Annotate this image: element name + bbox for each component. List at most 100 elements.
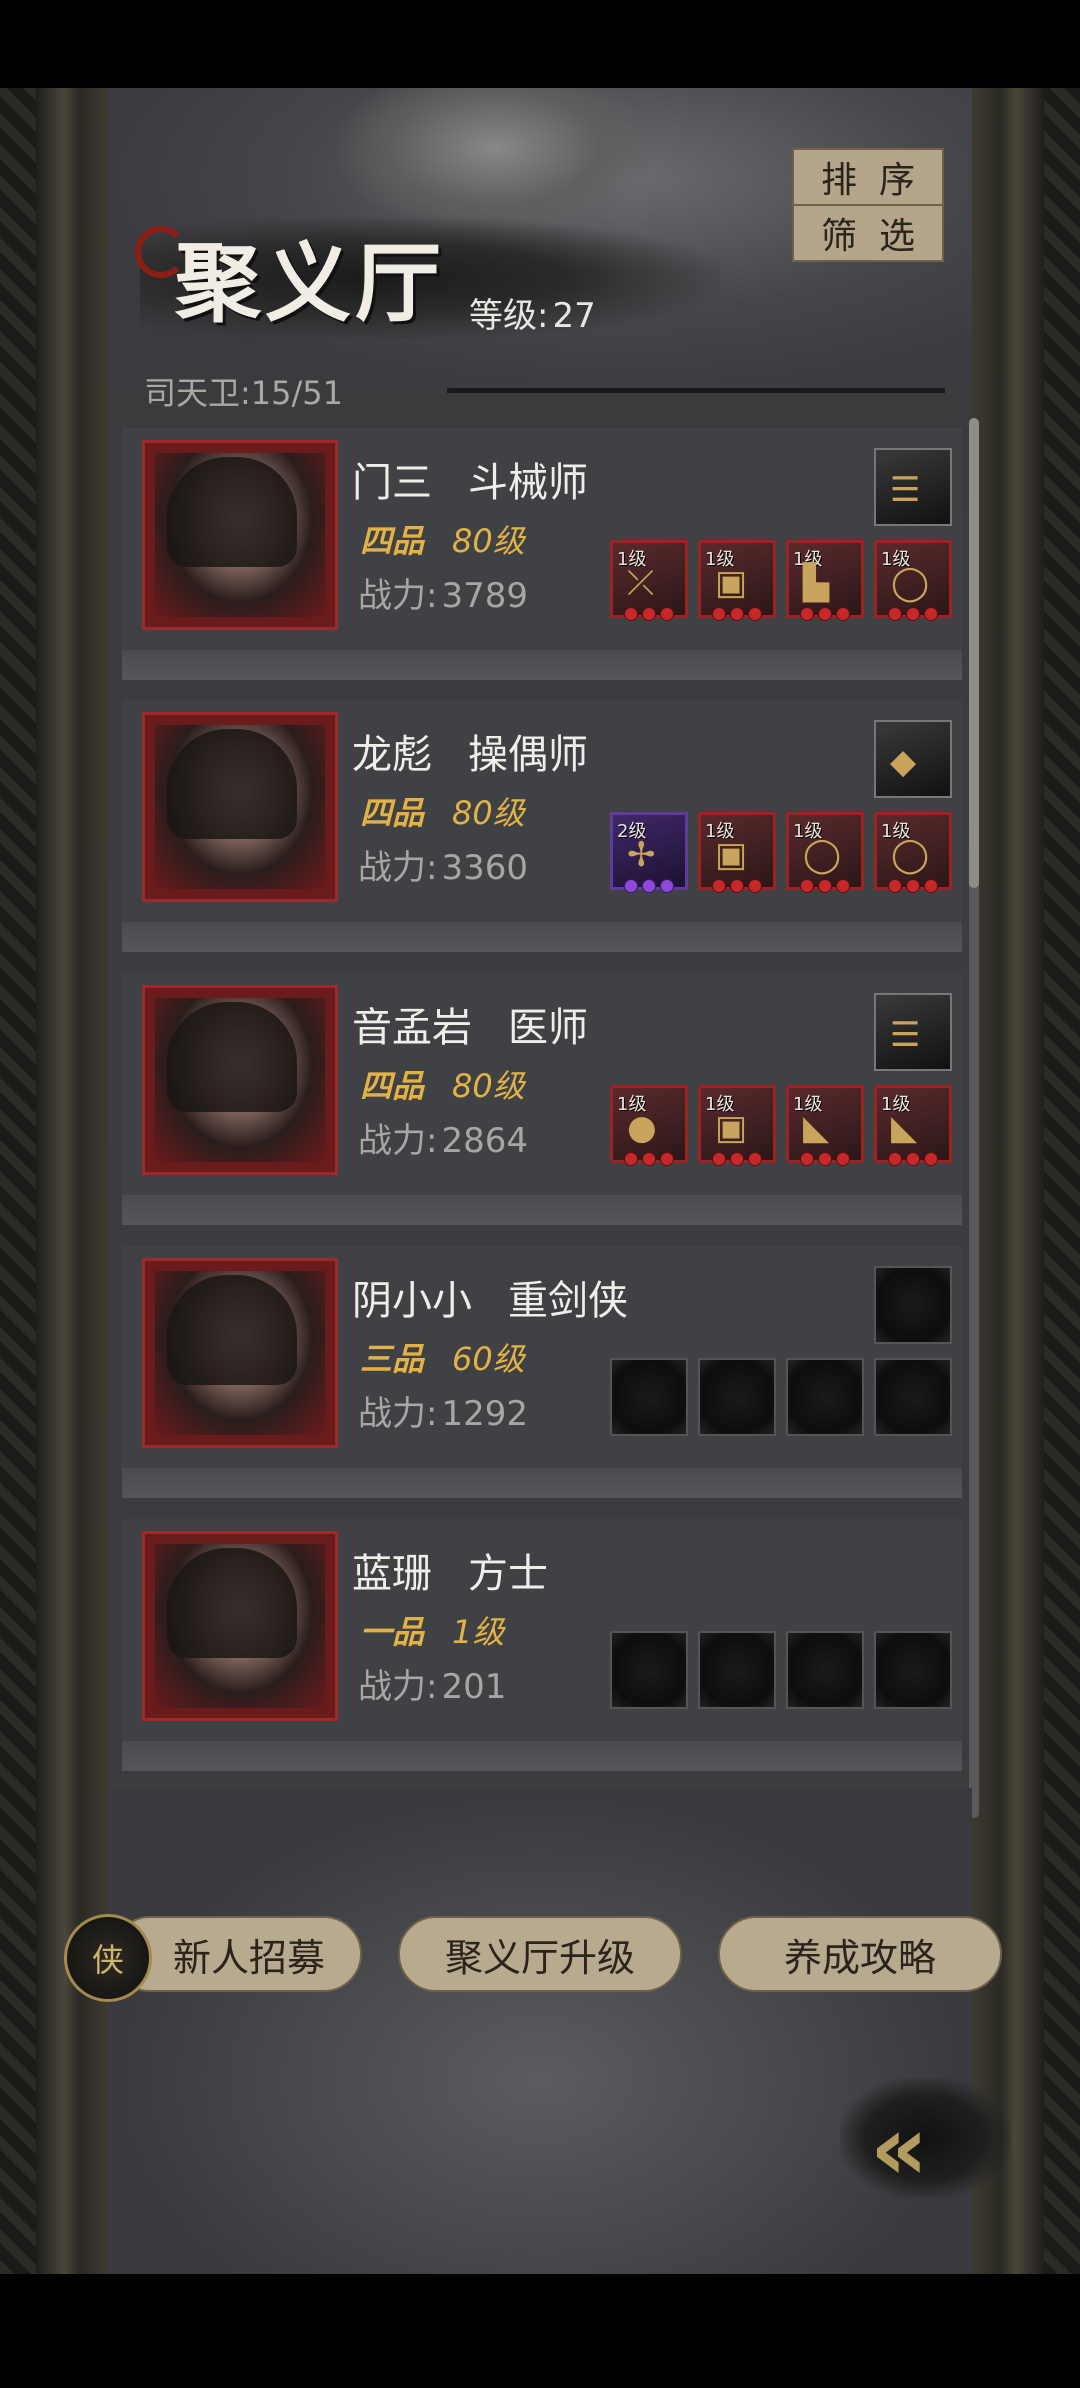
hero-class: 操偶师 (468, 732, 588, 778)
star-pips (877, 607, 949, 621)
red-gem-icon: ◆ (890, 742, 917, 782)
armor-icon: ▣ (715, 835, 748, 875)
ink-painting-background-bottom (108, 1788, 972, 2274)
back-button[interactable]: « (840, 2078, 1010, 2201)
growth-guide-button[interactable]: 养成攻略 (718, 1916, 1002, 1992)
hero-portrait[interactable] (142, 985, 338, 1175)
armor-icon: ▣ (715, 563, 748, 603)
empty-equipment-slot[interactable] (786, 1358, 864, 1436)
hero-name: 门三 (352, 460, 432, 506)
hero-power: 战力: 201 (354, 1659, 506, 1708)
equipment-slot[interactable]: 1级 ◣ (786, 1085, 864, 1166)
hero-grade: 一品 (360, 1613, 425, 1651)
sort-button[interactable]: 排序 (792, 148, 944, 206)
hero-grade-line: 四品 80级 (360, 1061, 525, 1107)
hero-card[interactable]: 阴小小 重剑侠 三品 60级 战力: 1292 (122, 1246, 962, 1498)
empty-equipment-slot[interactable] (698, 1631, 776, 1709)
hero-grade: 三品 (360, 1340, 425, 1378)
power-value: 3789 (441, 576, 528, 616)
star-pips (789, 879, 861, 893)
hero-card[interactable]: 蓝珊 方士 一品 1级 战力: 201 (122, 1519, 962, 1771)
card-separator (122, 922, 962, 952)
roster-label: 司天卫: (144, 374, 251, 412)
hero-level: 80级 (452, 794, 525, 832)
empty-equipment-slot[interactable] (610, 1631, 688, 1709)
power-value: 201 (441, 1667, 507, 1707)
equipment-slot[interactable]: 1级 ▙ (786, 540, 864, 621)
star-pips (613, 607, 685, 621)
boots-icon: ▙ (803, 563, 830, 603)
hero-portrait[interactable] (142, 712, 338, 902)
equipment-slot[interactable]: 1级 ⤫ (610, 540, 688, 621)
hero-name: 阴小小 (352, 1278, 472, 1324)
puppet-icon: ✢ (627, 835, 656, 875)
power-label: 战力: (358, 1667, 438, 1707)
empty-equipment-slot[interactable] (874, 1358, 952, 1436)
star-pips (701, 607, 773, 621)
hero-grade: 四品 (360, 794, 425, 832)
power-label: 战力: (358, 1394, 438, 1434)
equipment-slot[interactable]: 1级 ▣ (698, 1085, 776, 1166)
empty-equipment-slot[interactable] (874, 1631, 952, 1709)
hero-grade: 四品 (360, 522, 425, 560)
gourd-icon: ● (627, 1108, 657, 1148)
empty-equipment-slot[interactable] (698, 1358, 776, 1436)
hero-card[interactable]: 音孟岩 医师 四品 80级 战力: 2864 1级 ● 1级 ▣ 1级 ◣ 1级 ◣ ☰ (122, 973, 962, 1225)
equipment-slot[interactable]: 1级 ▣ (698, 812, 776, 893)
power-label: 战力: (358, 1121, 438, 1161)
roster-value: 15/51 (250, 374, 344, 412)
portrait-hair (167, 457, 297, 567)
hero-portrait[interactable] (142, 1531, 338, 1721)
hero-level: 1级 (452, 1613, 505, 1651)
hero-class: 方士 (468, 1551, 548, 1597)
hero-grade-line: 一品 1级 (360, 1607, 504, 1653)
equipment-slot[interactable]: 1级 ▣ (698, 540, 776, 621)
double-chevron-left-icon: « (870, 2096, 928, 2201)
back-ink (840, 2078, 1010, 2198)
hero-card[interactable]: 门三 斗械师四品 80级战力: 3789 1级 ⤫ 1级 ▣ 1级 ▙ 1级 ◯ ☰ (122, 428, 962, 680)
hero-name-line: 门三 斗械师 (352, 450, 588, 508)
level-value: 27 (552, 296, 596, 336)
equipment-slot[interactable]: 1级 ● (610, 1085, 688, 1166)
equipment-slot[interactable]: 1级 ◯ (874, 812, 952, 893)
ring-icon: ◯ (891, 563, 930, 603)
ring-icon: ◯ (891, 835, 930, 875)
star-pips (701, 1152, 773, 1166)
recruit-card-icon[interactable]: 侠 (64, 1914, 152, 2002)
hero-name: 音孟岩 (352, 1005, 472, 1051)
hero-level: 80级 (452, 522, 525, 560)
hero-card[interactable]: 龙彪 操偶师 四品 80级 战力: 3360 2级 ✢ 1级 ▣ 1级 ◯ 1级 ◯ ◆ (122, 700, 962, 952)
hero-name-line: 阴小小 重剑侠 (352, 1268, 628, 1326)
empty-equipment-slot[interactable] (786, 1631, 864, 1709)
equipment-slot[interactable]: 1级 ◯ (874, 540, 952, 621)
hero-grade-line: 四品 80级 (360, 516, 525, 562)
recruit-label: 新人招募 (172, 1935, 325, 1980)
hero-power: 战力: 1292 (354, 1386, 528, 1435)
hero-class: 医师 (508, 1005, 588, 1051)
portrait-hair (167, 1548, 297, 1658)
equipment-slot[interactable]: 1级 ◯ (786, 812, 864, 893)
empty-equipment-slot[interactable] (610, 1358, 688, 1436)
level-label: 等级: (469, 296, 549, 336)
scroll-icon: ☰ (890, 470, 921, 510)
filter-button[interactable]: 筛选 (792, 204, 944, 262)
hero-name: 龙彪 (352, 732, 432, 778)
accessory-slot[interactable]: ☰ (874, 448, 952, 526)
accessory-slot[interactable]: ◆ (874, 720, 952, 798)
hero-grade-line: 四品 80级 (360, 788, 525, 834)
equipment-slot[interactable]: 1级 ◣ (874, 1085, 952, 1166)
empty-accessory-slot[interactable] (874, 1266, 952, 1344)
hero-grade: 四品 (360, 1067, 425, 1105)
power-value: 1292 (441, 1394, 528, 1434)
accessory-slot[interactable]: ☰ (874, 993, 952, 1071)
hero-portrait[interactable] (142, 440, 338, 630)
hero-power: 战力: 3789 (354, 568, 528, 617)
equipment-slot[interactable]: 2级 ✢ (610, 812, 688, 893)
hall-upgrade-button[interactable]: 聚义厅升级 (398, 1916, 682, 1992)
hero-portrait[interactable] (142, 1258, 338, 1448)
star-pips (877, 1152, 949, 1166)
hero-power: 战力: 2864 (354, 1113, 528, 1162)
power-value: 3360 (441, 848, 528, 888)
power-label: 战力: (358, 848, 438, 888)
scrollbar-thumb[interactable] (969, 418, 979, 888)
